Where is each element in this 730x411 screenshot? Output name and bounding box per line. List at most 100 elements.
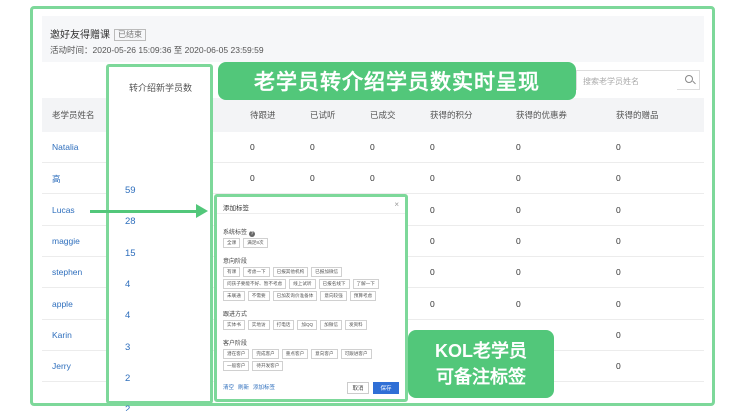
cell-gifts: 0	[616, 298, 621, 309]
save-button[interactable]: 保存	[373, 382, 399, 394]
cell-pending: 0	[250, 142, 255, 152]
tag-chip[interactable]: 线上试听	[289, 279, 316, 289]
banner-kol-line1: KOL老学员	[435, 341, 527, 361]
tag-section-title-text: 意向阶段	[223, 259, 248, 265]
cell-trial: 0	[310, 142, 315, 152]
banner-kol-line2: 可备注标签	[436, 367, 526, 387]
cell-points: 0	[430, 267, 435, 278]
student-name-link[interactable]: stephen	[52, 267, 82, 277]
tag-row: 一般客户 待开发客户	[223, 361, 284, 371]
tag-section-title: 客户阶段	[223, 338, 247, 347]
cell-points: 0	[430, 298, 435, 309]
tag-section-title: 意向阶段	[223, 256, 247, 265]
tag-chip[interactable]: 预算考虑	[349, 291, 377, 301]
tag-chip[interactable]: 不需要	[247, 291, 270, 301]
referral-count-link[interactable]: 3	[125, 342, 130, 353]
tag-section-title-text: 跟进方式	[223, 312, 248, 318]
tag-chip[interactable]: 实体书	[223, 320, 245, 330]
tag-chip[interactable]: 发资料	[344, 320, 367, 330]
student-name-link[interactable]: 高	[52, 173, 61, 185]
cell-coupons: 0	[516, 173, 521, 184]
banner-kol-tags: KOL老学员 可备注标签	[408, 330, 554, 398]
search-input[interactable]	[577, 72, 677, 91]
referral-count-link[interactable]: 2	[125, 404, 130, 411]
cell-coupons: 0	[516, 267, 521, 278]
tag-chip[interactable]: 潜在客户	[223, 349, 250, 359]
cell-gifts: 0	[616, 173, 621, 184]
cell-coupons: 0	[516, 142, 521, 152]
tag-chip[interactable]: 意向客户	[311, 349, 338, 359]
tag-chip[interactable]: 全课	[223, 238, 241, 248]
tag-row: 实体书 实地访 打电话 加QQ 加微信 发资料	[223, 320, 367, 330]
tag-section-title: 跟进方式	[223, 309, 247, 318]
referral-count-link[interactable]: 4	[125, 279, 130, 290]
tag-row: 问孩子要能不好、暂不考虑 线上试听 已报名线下 了解一下	[223, 279, 379, 289]
th-deal: 已成交	[370, 110, 396, 120]
cell-gifts: 0	[616, 235, 621, 246]
referrals-column: 转介绍新学员数 59 28 15 4 4 3 2 2	[106, 64, 213, 411]
cell-pending: 0	[250, 173, 255, 184]
cell-deal: 0	[370, 173, 375, 184]
tag-chip[interactable]: 考虑一下	[243, 267, 270, 277]
modal-footer-links: 清空 刷新 添加标签	[223, 383, 279, 391]
cell-gifts: 0	[616, 204, 621, 215]
referral-count-link[interactable]: 2	[125, 373, 130, 384]
student-name-link[interactable]: Natalia	[52, 142, 78, 152]
search-icon[interactable]	[685, 75, 693, 83]
tag-chip[interactable]: 已加友询价准备体	[272, 291, 318, 301]
help-icon[interactable]: ?	[249, 231, 256, 237]
tag-chip[interactable]: 加QQ	[297, 320, 318, 330]
th-trial: 已试听	[310, 110, 336, 120]
cell-deal: 0	[370, 142, 375, 152]
tag-chip[interactable]: 重点客户	[281, 349, 309, 359]
th-referrals: 转介绍新学员数	[129, 83, 193, 93]
tag-chip[interactable]: 了解一下	[352, 279, 379, 289]
student-name-link[interactable]: Jerry	[52, 361, 71, 371]
cell-gifts: 0	[616, 361, 621, 372]
cell-points: 0	[430, 235, 435, 246]
campaign-title-text: 邀好友得赠课	[50, 30, 110, 41]
student-name-link[interactable]: Karin	[52, 330, 72, 340]
tag-chip[interactable]: 实地访	[247, 320, 270, 330]
referral-count-link[interactable]: 59	[125, 185, 136, 196]
tag-chip[interactable]: 一般客户	[223, 361, 250, 371]
th-coupons: 获得的优惠券	[516, 110, 568, 120]
arrow-right-icon	[196, 204, 208, 218]
referral-count-link[interactable]: 15	[125, 248, 136, 259]
tag-chip[interactable]: 完成客户	[252, 349, 279, 359]
tag-chip[interactable]: 待开发客户	[252, 361, 284, 371]
tag-chip[interactable]: 已报名线下	[318, 279, 350, 289]
banner-referrals-realtime: 老学员转介绍学员数实时呈现	[218, 62, 576, 100]
tag-chip[interactable]: 问孩子要能不好、暂不考虑	[223, 279, 287, 289]
tag-chip[interactable]: 加微信	[320, 320, 342, 330]
close-icon[interactable]: ×	[394, 200, 399, 209]
tag-chip[interactable]: 有课	[223, 267, 241, 277]
tag-section-title-text: 系统标签	[223, 230, 248, 236]
add-tag-modal: 添加标签 × 系统标签? 全课 满足8次 意向阶段 有课 考虑一下 已报其他机构 已报加微信问…	[214, 194, 408, 402]
referral-count-link[interactable]: 28	[125, 216, 136, 227]
modal-divider	[217, 213, 405, 214]
tag-chip[interactable]: 未联通	[223, 291, 245, 301]
student-name-link[interactable]: apple	[52, 299, 73, 309]
refresh-link[interactable]: 刷新	[238, 385, 249, 391]
clear-link[interactable]: 清空	[223, 385, 234, 391]
tag-chip[interactable]: 已报其他机构	[272, 267, 309, 277]
cancel-button[interactable]: 取消	[347, 382, 369, 394]
arrow-line	[90, 210, 198, 213]
th-pending: 待跟进	[250, 110, 276, 120]
cell-coupons: 0	[516, 235, 521, 246]
cell-gifts: 0	[616, 267, 621, 278]
tag-chip[interactable]: 可跟进客户	[340, 349, 372, 359]
referral-count-link[interactable]: 4	[125, 310, 130, 321]
add-tag-link[interactable]: 添加标签	[253, 385, 275, 391]
student-name-link[interactable]: Lucas	[52, 205, 75, 215]
tag-section-title: 系统标签?	[223, 227, 256, 237]
tag-row: 潜在客户 完成客户 重点客户 意向客户 可跟进客户	[223, 349, 372, 359]
tag-chip[interactable]: 已报加微信	[311, 267, 343, 277]
tag-chip[interactable]: 打电话	[272, 320, 295, 330]
search-box[interactable]	[576, 70, 700, 91]
tag-chip[interactable]: 意向较强	[320, 291, 347, 301]
th-points: 获得的积分	[430, 110, 473, 120]
student-name-link[interactable]: maggie	[52, 236, 80, 246]
tag-chip[interactable]: 满足8次	[243, 238, 268, 248]
